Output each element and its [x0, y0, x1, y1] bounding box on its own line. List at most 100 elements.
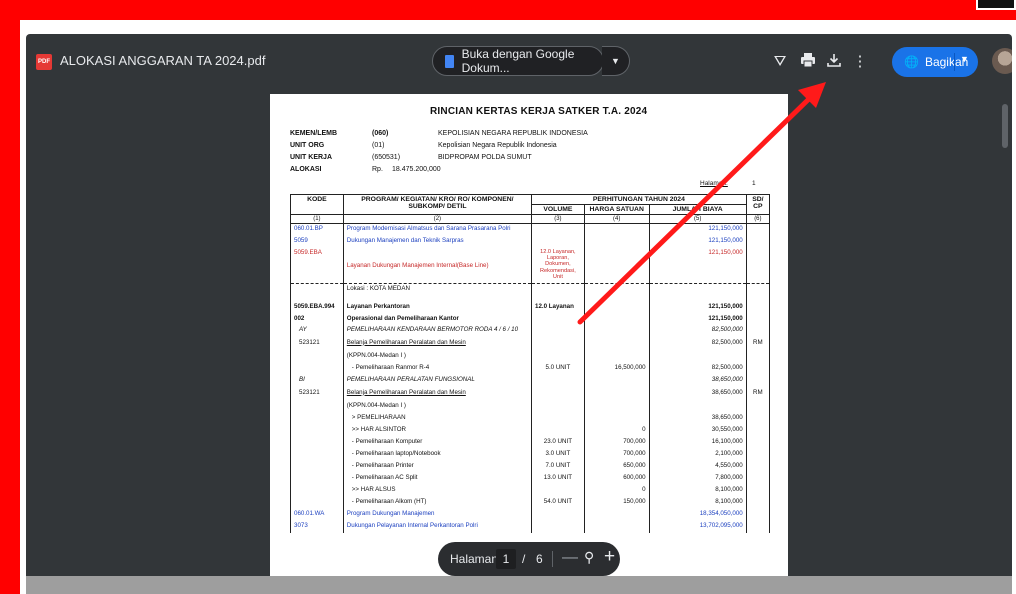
cell-kode [290, 484, 344, 497]
zoom-icon[interactable]: ⚲ [584, 549, 594, 566]
download-icon[interactable] [824, 52, 844, 72]
cell-kode [290, 412, 344, 425]
open-with-button[interactable]: Buka dengan Google Dokum... [432, 46, 604, 76]
cell-volume [531, 283, 585, 302]
cell-kode: 5059.EBA [290, 247, 344, 284]
col-number: (2) [342, 214, 533, 224]
cell-kode: 002 [290, 313, 344, 325]
cell-sd [745, 223, 771, 236]
cell-harga: 16,500,000 [583, 362, 650, 375]
cell-harga [583, 337, 650, 351]
cell-harga [583, 374, 650, 388]
cell-kode [290, 472, 344, 485]
cell-sd [745, 362, 771, 375]
print-icon[interactable] [798, 52, 818, 72]
halaman-value: 1 [752, 180, 756, 187]
cell-sd [745, 436, 771, 449]
cell-kode [290, 448, 344, 461]
cell-kode [290, 496, 344, 509]
cell-volume [531, 350, 585, 363]
cell-program: - Pemeliharaan AC Split [342, 472, 533, 485]
cell-program: - Pemeliharaan Alkom (HT) [342, 496, 533, 509]
table-row: 5059.EBA Layanan Dukungan Manajemen Inte… [290, 247, 771, 284]
cell-program: Belanja Pemeliharaan Peralatan dan Mesin [342, 387, 533, 401]
cell-sd [745, 448, 771, 461]
cell-program: - Pemeliharaan Printer [342, 460, 533, 473]
table-row: - Pemeliharaan Printer 7.0 UNIT 650,000 … [290, 460, 771, 473]
col-number: (1) [290, 214, 344, 224]
col-number: (4) [583, 214, 650, 224]
cell-sd [745, 508, 771, 521]
cell-jumlah: 121,150,000 [648, 235, 747, 248]
cell-kode: BI [290, 374, 344, 388]
zoom-out-button[interactable]: — [562, 549, 578, 567]
cell-volume [531, 374, 585, 388]
cell-sd [745, 350, 771, 363]
cell-sd [745, 496, 771, 509]
chevron-down-icon[interactable]: ▼ [960, 54, 969, 64]
cell-harga [583, 400, 650, 413]
top-margin [20, 20, 1016, 34]
corner-block [976, 0, 1016, 10]
cell-harga [583, 508, 650, 521]
share-button[interactable]: 🌐 Bagikan ▼ [892, 47, 978, 77]
cell-jumlah: 82,500,000 [648, 324, 747, 338]
cell-kode: 060.01.BP [290, 223, 344, 236]
cell-sd: RM [745, 387, 771, 401]
page-navigator: Halaman 1 / 6 — ⚲ + [438, 542, 620, 576]
meta-value: KEPOLISIAN NEGARA REPUBLIK INDONESIA [438, 130, 588, 137]
header-volume: VOLUME [531, 204, 585, 215]
cell-volume [531, 337, 585, 351]
table-row: AY PEMELIHARAAN KENDARAAN BERMOTOR RODA … [290, 324, 771, 338]
cell-kode: 060.01.WA [290, 508, 344, 521]
open-with-dropdown[interactable]: ▼ [602, 46, 630, 76]
cell-kode [290, 424, 344, 437]
cell-program: PEMELIHARAAN KENDARAAN BERMOTOR RODA 4 /… [342, 324, 533, 338]
cell-jumlah: 30,550,000 [648, 424, 747, 437]
cell-program: (KPPN.004-Medan I ) [342, 400, 533, 413]
more-vert-icon[interactable]: ⋮ [850, 52, 870, 72]
cell-harga: 0 [583, 484, 650, 497]
table-row: >> HAR ALSUS 0 8,100,000 [290, 484, 771, 497]
cell-program: - Pemeliharaan Komputer [342, 436, 533, 449]
cell-jumlah: 38,650,000 [648, 412, 747, 425]
header-perhitungan: PERHITUNGAN TAHUN 2024 [531, 194, 747, 205]
header-kode: KODE [290, 194, 344, 215]
cell-program: Belanja Pemeliharaan Peralatan dan Mesin [342, 337, 533, 351]
meta-value: BIDPROPAM POLDA SUMUT [438, 154, 532, 161]
zoom-in-button[interactable]: + [604, 546, 615, 568]
col-number: (3) [531, 214, 585, 224]
table-row: > PEMELIHARAAN 38,650,000 [290, 412, 771, 425]
page-number-input[interactable]: 1 [496, 549, 516, 569]
cell-kode [290, 283, 344, 302]
cell-kode [290, 436, 344, 449]
cell-jumlah: 121,150,000 [648, 313, 747, 325]
page-total: 6 [536, 552, 543, 566]
add-to-drive-icon[interactable]: ⛛ [770, 52, 790, 72]
globe-icon: 🌐 [904, 55, 919, 69]
google-docs-icon [445, 54, 454, 68]
viewer-toolbar: PDF ALOKASI ANGGARAN TA 2024.pdf Buka de… [26, 34, 1012, 84]
cell-jumlah: 82,500,000 [648, 362, 747, 375]
scrollbar-thumb[interactable] [1002, 104, 1008, 148]
meta-key: ALOKASI [290, 166, 322, 173]
cell-volume: 13.0 UNIT [531, 472, 585, 485]
cell-sd: RM [745, 337, 771, 351]
highlight-frame: PDF ALOKASI ANGGARAN TA 2024.pdf Buka de… [0, 0, 1016, 594]
budget-table-body: 060.01.BP Program Modernisasi Almatsus d… [290, 223, 771, 533]
file-title: ALOKASI ANGGARAN TA 2024.pdf [60, 53, 266, 68]
cell-kode [290, 350, 344, 363]
cell-volume [531, 400, 585, 413]
cell-harga [583, 313, 650, 325]
meta-value: 18.475.200,000 [392, 166, 441, 173]
cell-volume [531, 235, 585, 248]
cell-sd [745, 484, 771, 497]
avatar[interactable] [992, 48, 1012, 74]
cell-program: Dukungan Pelayanan Internal Perkantoran … [342, 520, 533, 533]
cell-harga: 150,000 [583, 496, 650, 509]
cell-volume [531, 412, 585, 425]
table-row: Lokasi : KOTA MEDAN [290, 283, 771, 302]
cell-program: >> HAR ALSINTOR [342, 424, 533, 437]
col-number: (6) [745, 214, 771, 224]
cell-jumlah: 18,354,050,000 [648, 508, 747, 521]
